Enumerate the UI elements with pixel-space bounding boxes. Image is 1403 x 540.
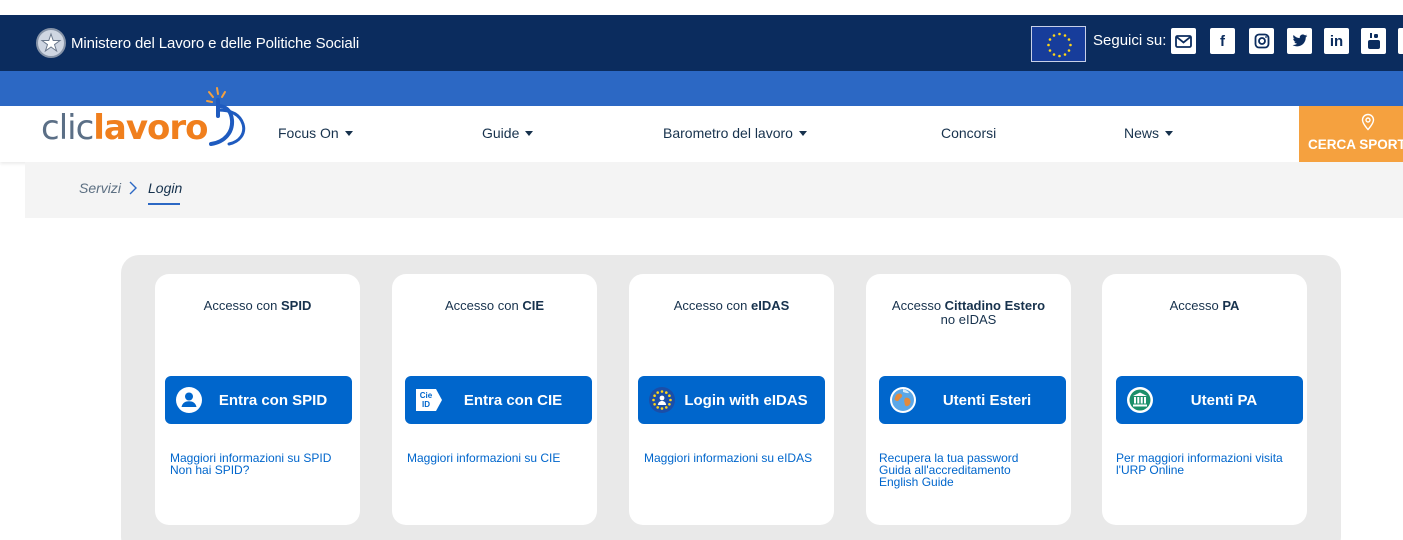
chevron-right-icon <box>129 181 137 195</box>
logo-text-clic: clic <box>41 108 94 148</box>
nav-barometro[interactable]: Barometro del lavoro <box>663 125 807 141</box>
breadcrumb: Servizi Login <box>25 162 1403 218</box>
urp-online-link[interactable]: Per maggiori informazioni visita l'URP O… <box>1116 452 1301 476</box>
nav-focus-on[interactable]: Focus On <box>278 125 353 141</box>
pa-button-label: Utenti PA <box>1190 391 1258 409</box>
eidas-login-button[interactable]: Login with eIDAS <box>638 376 825 424</box>
mail-icon[interactable] <box>1171 28 1196 54</box>
youtube-icon[interactable] <box>1361 28 1386 54</box>
nav-news[interactable]: News <box>1124 125 1174 141</box>
caret-down-icon <box>798 131 807 136</box>
more-social-icon[interactable] <box>1398 28 1403 54</box>
ministry-top-bar: Ministero del Lavoro e delle Politiche S… <box>0 15 1403 71</box>
spid-login-button[interactable]: Entra con SPID <box>165 376 352 424</box>
caret-down-icon <box>1165 131 1174 136</box>
cie-login-button[interactable]: Cie ID Entra con CIE <box>405 376 592 424</box>
card-title-bold: CIE <box>522 298 544 313</box>
nav-news-label: News <box>1124 125 1160 141</box>
follow-us-label: Seguici su: <box>1093 32 1167 49</box>
location-pin-icon <box>1361 113 1375 131</box>
card-title-bold: Cittadino Estero <box>944 298 1046 313</box>
twitter-icon[interactable] <box>1287 28 1312 54</box>
pointing-hand-icon <box>206 87 246 146</box>
pa-login-button[interactable]: Utenti PA <box>1116 376 1303 424</box>
government-building-icon <box>1125 385 1155 415</box>
pa-login-card: Accesso PA Utenti PA Per maggiori inform… <box>1102 274 1307 525</box>
card-title: Accesso con CIE <box>392 299 597 313</box>
card-title-prefix: Accesso con <box>203 298 281 313</box>
card-title-bold: eIDAS <box>751 298 790 313</box>
logo-text-lavoro: lavoro <box>93 108 208 148</box>
nav-guide-label: Guide <box>482 125 520 141</box>
card-title-prefix: Accesso <box>891 298 945 313</box>
foreign-users-login-button[interactable]: Utenti Esteri <box>879 376 1066 424</box>
nav-concorsi-label: Concorsi <box>941 125 997 141</box>
cie-id-icon: Cie ID <box>414 385 444 415</box>
card-title: Accesso con eIDAS <box>629 299 834 313</box>
linkedin-icon[interactable]: in <box>1324 28 1349 54</box>
eidas-button-label: Login with eIDAS <box>684 391 808 409</box>
italian-republic-emblem-icon <box>36 28 66 58</box>
cliclavoro-logo[interactable]: cliclavoro <box>41 86 251 162</box>
cie-button-label: Entra con CIE <box>463 391 563 409</box>
linkedin-glyph: in <box>1329 32 1344 50</box>
card-title: Accesso Cittadino Estero no eIDAS <box>866 299 1071 327</box>
nav-focus-on-label: Focus On <box>278 125 339 141</box>
globe-icon <box>888 385 918 415</box>
cerca-sportelli-label: CERCA SPORTE <box>1308 137 1403 152</box>
breadcrumb-current: Login <box>148 180 183 196</box>
instagram-icon[interactable] <box>1249 28 1274 54</box>
foreign-citizen-login-card: Accesso Cittadino Estero no eIDAS Utenti… <box>866 274 1071 525</box>
ministry-name: Ministero del Lavoro e delle Politiche S… <box>71 34 360 52</box>
breadcrumb-servizi[interactable]: Servizi <box>79 180 121 196</box>
cie-icon-text-bottom: ID <box>422 400 430 409</box>
card-subtitle: no eIDAS <box>940 312 997 327</box>
card-title-prefix: Accesso con <box>445 298 523 313</box>
card-links: Per maggiori informazioni visita l'URP O… <box>1116 452 1301 476</box>
cie-icon-text-top: Cie <box>420 391 433 400</box>
english-guide-link[interactable]: English Guide <box>879 476 1061 488</box>
facebook-icon[interactable]: f <box>1210 28 1235 54</box>
spid-button-label: Entra con SPID <box>218 391 328 409</box>
eu-stars-icon <box>647 385 677 415</box>
caret-down-icon <box>344 131 353 136</box>
card-links: Maggiori informazioni su eIDAS <box>644 452 826 464</box>
eu-flag-icon <box>1031 26 1086 62</box>
card-title-prefix: Accesso <box>1169 298 1223 313</box>
card-title-bold: SPID <box>280 298 312 313</box>
user-icon <box>174 385 204 415</box>
card-title: Accesso PA <box>1102 299 1307 313</box>
logo-wordmark: cliclavoro <box>41 106 209 150</box>
no-spid-link[interactable]: Non hai SPID? <box>170 464 352 476</box>
cie-info-link[interactable]: Maggiori informazioni su CIE <box>407 452 589 464</box>
caret-down-icon <box>525 131 534 136</box>
card-title-prefix: Accesso con <box>673 298 752 313</box>
nav-barometro-label: Barometro del lavoro <box>663 125 793 141</box>
cerca-sportelli-button[interactable]: CERCA SPORTE <box>1299 106 1403 162</box>
nav-concorsi[interactable]: Concorsi <box>941 125 996 141</box>
facebook-glyph: f <box>1220 32 1225 50</box>
ministry-brand[interactable]: Ministero del Lavoro e delle Politiche S… <box>36 28 359 58</box>
foreign-users-button-label: Utenti Esteri <box>942 391 1032 409</box>
card-title-bold: PA <box>1222 298 1240 313</box>
card-links: Recupera la tua password Guida all'accre… <box>879 452 1061 488</box>
card-links: Maggiori informazioni su CIE <box>407 452 589 464</box>
eidas-login-card: Accesso con eIDAS Login with eIDAS Maggi… <box>629 274 834 525</box>
spid-login-card: Accesso con SPID Entra con SPID Maggiori… <box>155 274 360 525</box>
main-navigation: cliclavoro Focus On Guide Barometro del … <box>0 87 1403 162</box>
card-links: Maggiori informazioni su SPID Non hai SP… <box>170 452 352 476</box>
eidas-info-link[interactable]: Maggiori informazioni su eIDAS <box>644 452 826 464</box>
nav-guide[interactable]: Guide <box>482 125 534 141</box>
card-title: Accesso con SPID <box>155 299 360 313</box>
cie-login-card: Accesso con CIE Cie ID Entra con CIE Mag… <box>392 274 597 525</box>
breadcrumb-active-underline <box>148 203 180 205</box>
